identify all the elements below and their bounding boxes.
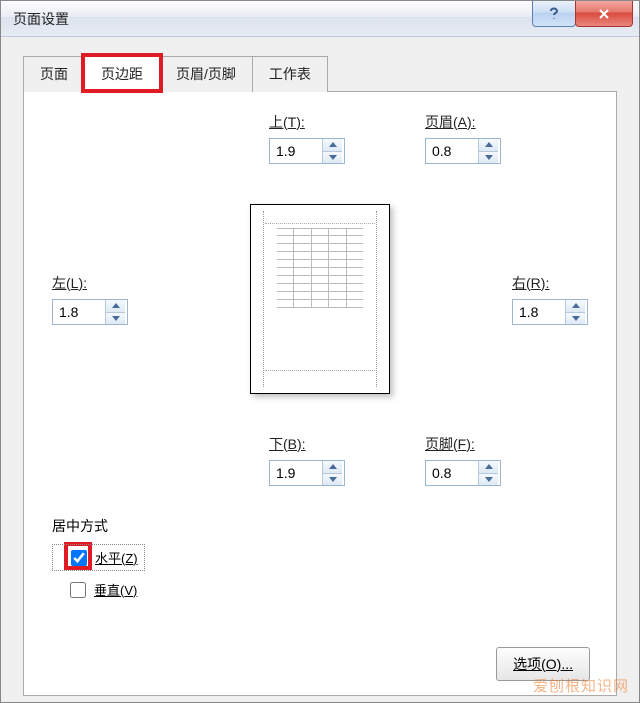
chevron-down-icon [572,316,580,321]
left-margin-up[interactable] [106,300,125,313]
footer-margin-label: 页脚(F): [425,434,475,454]
window-controls [533,1,633,27]
chevron-down-icon [329,155,337,160]
header-margin-up[interactable] [479,139,498,152]
center-vertical-row[interactable]: 垂直(V) [52,577,588,602]
chevron-up-icon [485,464,493,469]
tab-margins[interactable]: 页边距 [84,56,160,92]
chevron-up-icon [572,303,580,308]
center-horizontal-label: 水平(Z) [95,548,138,567]
dialog-title: 页面设置 [13,9,69,29]
tab-panel-margins: 上(T): 页眉(A): [23,91,617,696]
bottom-margin-input[interactable] [270,461,322,485]
center-vertical-checkbox[interactable] [70,582,86,598]
footer-margin-up[interactable] [479,461,498,474]
tab-page[interactable]: 页面 [23,56,85,92]
bottom-margin-label: 下(B): [269,434,306,454]
left-margin-label: 左(L): [52,273,87,293]
top-margin-up[interactable] [323,139,342,152]
header-margin-group: 页眉(A): [425,112,501,164]
center-section-label: 居中方式 [52,516,588,536]
footer-margin-group: 页脚(F): [425,434,501,486]
chevron-down-icon [112,316,120,321]
header-margin-spinner[interactable] [425,138,501,164]
chevron-up-icon [329,142,337,147]
center-horizontal-row[interactable]: 水平(Z) [52,544,145,571]
page-preview [250,204,390,394]
tab-header-footer[interactable]: 页眉/页脚 [159,56,253,92]
dialog-body: 页面 页边距 页眉/页脚 工作表 上(T): [1,37,639,702]
center-section: 居中方式 水平(Z) 垂直(V) [52,516,588,602]
chevron-up-icon [485,142,493,147]
top-margin-down[interactable] [323,152,342,164]
right-margin-up[interactable] [566,300,585,313]
center-vertical-label: 垂直(V) [94,580,137,599]
tab-sheet[interactable]: 工作表 [252,56,328,92]
left-margin-group: 左(L): [52,273,128,325]
right-margin-down[interactable] [566,313,585,325]
center-horizontal-checkbox[interactable] [71,550,87,566]
footer-margin-down[interactable] [479,474,498,486]
header-margin-label: 页眉(A): [425,112,476,132]
top-margin-group: 上(T): [269,112,345,164]
bottom-margin-group: 下(B): [269,434,345,486]
help-icon [548,7,560,21]
left-margin-spinner[interactable] [52,299,128,325]
top-margin-input[interactable] [270,139,322,163]
right-margin-group: 右(R): [512,273,588,325]
top-margin-spinner[interactable] [269,138,345,164]
tabstrip: 页面 页边距 页眉/页脚 工作表 [23,55,617,91]
header-margin-down[interactable] [479,152,498,164]
bottom-margin-up[interactable] [323,461,342,474]
bottom-margin-spinner[interactable] [269,460,345,486]
close-icon [598,8,610,20]
right-margin-label: 右(R): [512,273,549,293]
left-margin-input[interactable] [53,300,105,324]
chevron-up-icon [112,303,120,308]
chevron-down-icon [485,477,493,482]
page-setup-dialog: 页面设置 页面 页边距 页眉/页脚 工作表 [0,0,640,703]
help-button[interactable] [532,1,576,27]
footer-margin-spinner[interactable] [425,460,501,486]
left-margin-down[interactable] [106,313,125,325]
titlebar: 页面设置 [1,1,639,37]
chevron-up-icon [329,464,337,469]
options-button[interactable]: 选项(O)... [496,647,590,681]
right-margin-spinner[interactable] [512,299,588,325]
header-margin-input[interactable] [426,139,478,163]
footer-margin-input[interactable] [426,461,478,485]
close-button[interactable] [575,1,633,27]
margins-grid: 上(T): 页眉(A): [52,112,588,486]
right-margin-input[interactable] [513,300,565,324]
chevron-down-icon [485,155,493,160]
chevron-down-icon [329,477,337,482]
top-margin-label: 上(T): [269,112,305,132]
bottom-margin-down[interactable] [323,474,342,486]
